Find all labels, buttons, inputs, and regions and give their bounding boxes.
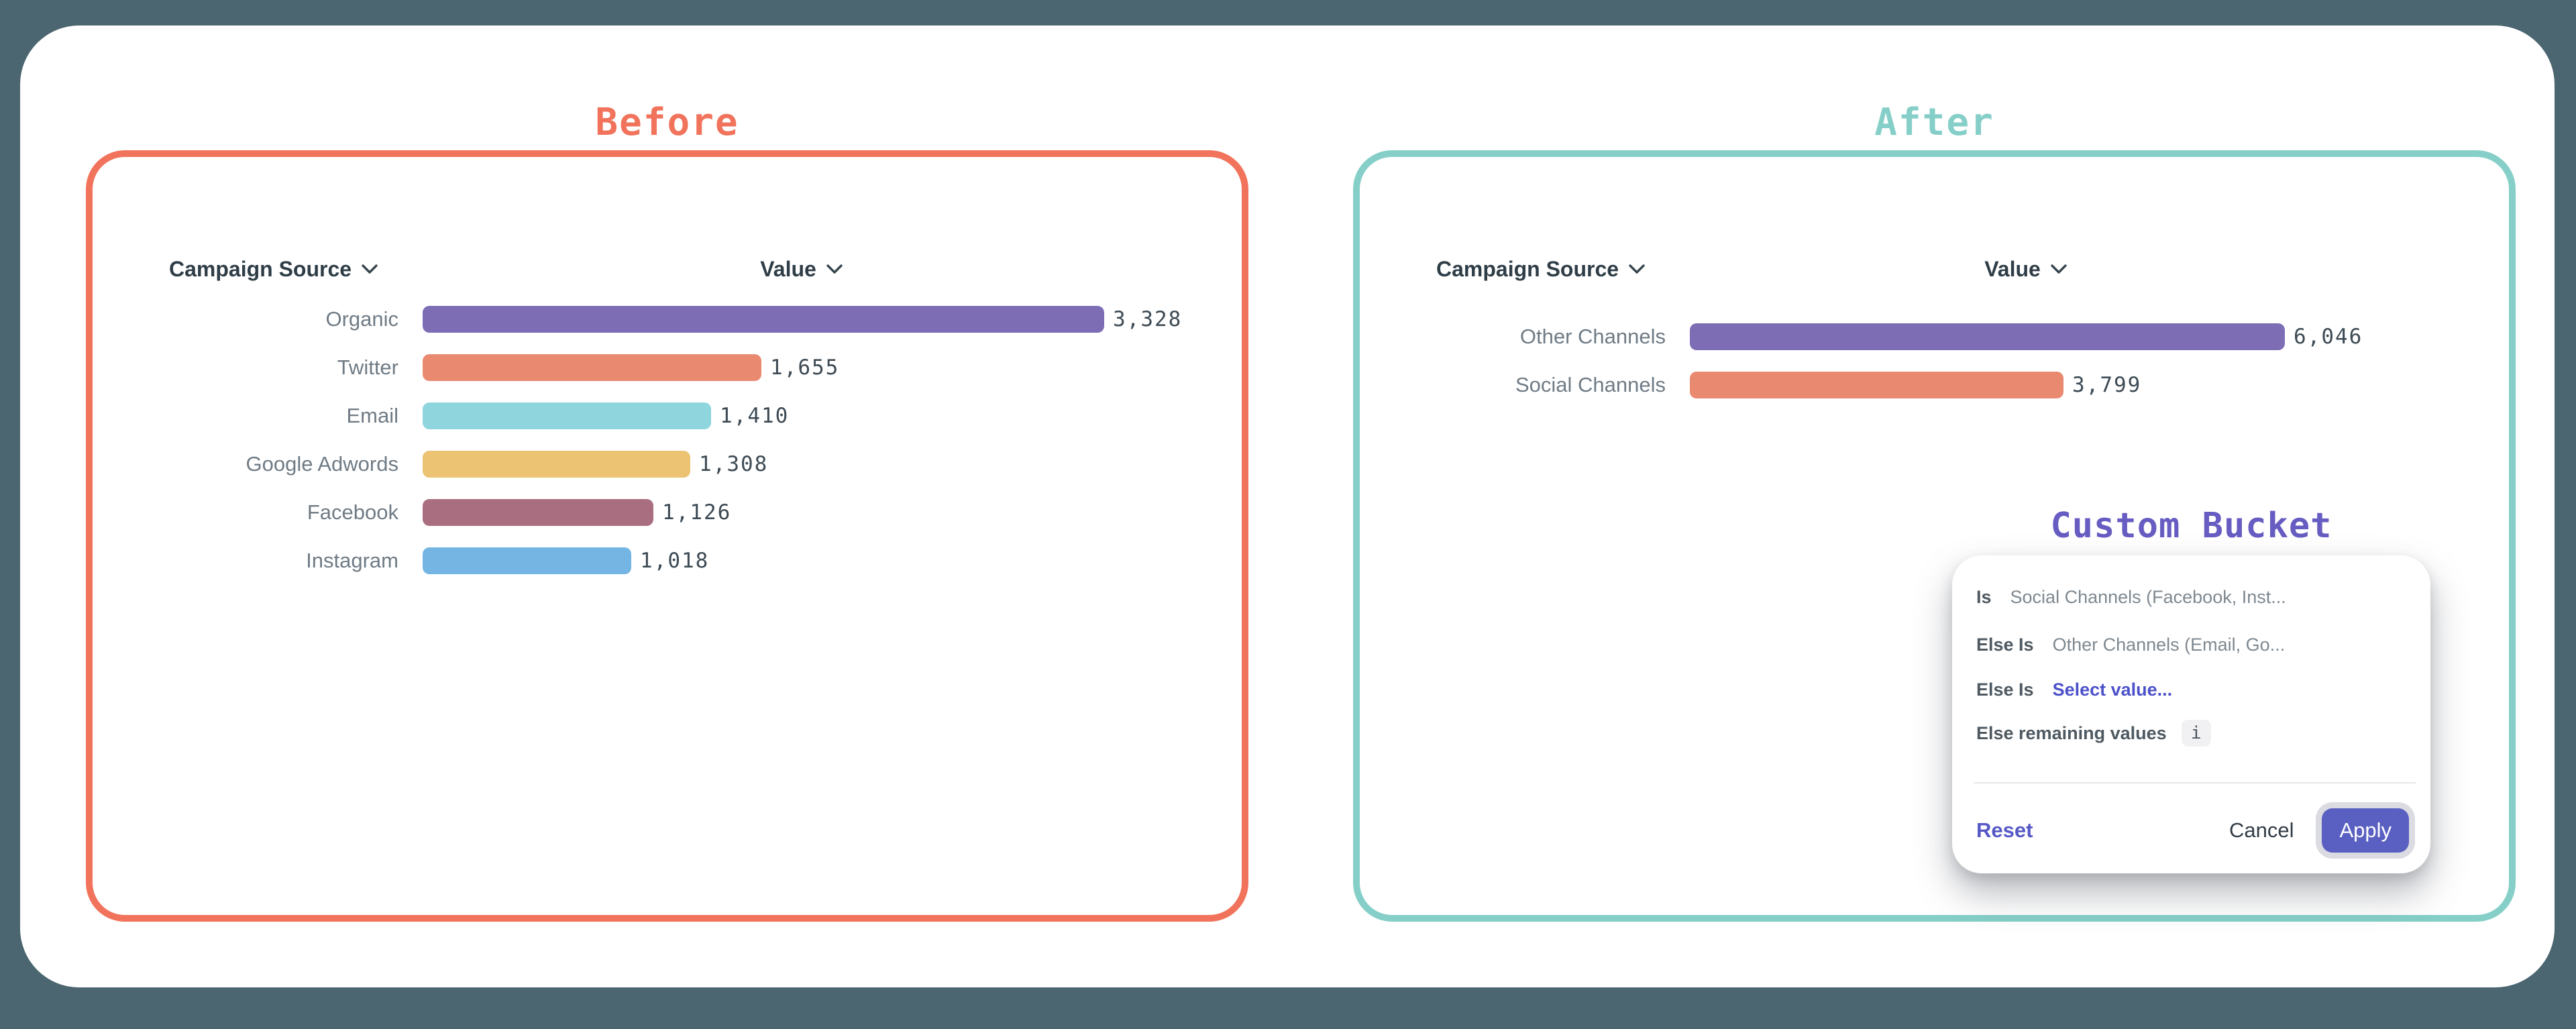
bar[interactable] [423, 354, 761, 381]
row-value: 1,308 [699, 452, 768, 476]
info-icon[interactable]: i [2182, 720, 2211, 747]
before-title: Before [86, 99, 1248, 146]
bar[interactable] [423, 402, 711, 429]
bucket-rule-operator: Else Is [1976, 680, 2034, 700]
bucket-rule-row: Else Is Other Channels (Email, Go... [1976, 631, 2414, 658]
row-value: 3,328 [1113, 307, 1182, 331]
chevron-down-icon [1628, 264, 1646, 275]
bar[interactable] [1690, 323, 2285, 350]
bucket-rule-row: Is Social Channels (Facebook, Inst... [1976, 584, 2414, 610]
table-row: Email 1,410 [169, 402, 1182, 429]
bar[interactable] [1690, 372, 2063, 398]
table-row: Other Channels 6,046 [1436, 323, 2363, 350]
after-measure-header-label: Value [1984, 257, 2041, 282]
page-background: Before Campaign Source Value Organic 3,32… [0, 0, 2576, 1029]
reset-button[interactable]: Reset [1976, 818, 2033, 843]
after-bar-chart: Other Channels 6,046 Social Channels 3,799 [1436, 323, 2363, 398]
row-category-label: Twitter [169, 356, 398, 380]
row-value: 6,046 [2294, 325, 2363, 349]
row-value: 1,126 [662, 500, 731, 525]
after-dimension-header[interactable]: Campaign Source [1436, 252, 1646, 286]
bucket-rule-value[interactable]: Social Channels (Facebook, Inst... [2010, 587, 2286, 608]
select-value-link[interactable]: Select value... [2053, 680, 2173, 700]
bar[interactable] [423, 451, 690, 478]
table-row: Facebook 1,126 [169, 499, 1182, 526]
row-value: 1,655 [770, 356, 839, 380]
after-title: After [1353, 99, 2516, 146]
bucket-rule-row: Else Is Select value... [1976, 676, 2414, 703]
row-category-label: Other Channels [1436, 325, 1666, 349]
before-dimension-header-label: Campaign Source [169, 257, 352, 282]
bucket-rule-operator: Else Is [1976, 635, 2034, 655]
bucket-rule-row: Else remaining values i [1976, 720, 2414, 747]
before-measure-header-label: Value [760, 257, 816, 282]
table-row: Google Adwords 1,308 [169, 451, 1182, 478]
chevron-down-icon [826, 264, 843, 275]
row-category-label: Organic [169, 307, 398, 331]
custom-bucket-popup: Is Social Channels (Facebook, Inst... El… [1952, 555, 2430, 873]
before-measure-header[interactable]: Value [718, 252, 885, 286]
table-row: Instagram 1,018 [169, 547, 1182, 574]
after-dimension-header-label: Campaign Source [1436, 257, 1619, 282]
popup-footer: Reset Cancel Apply [1976, 805, 2409, 856]
row-category-label: Google Adwords [169, 452, 398, 476]
cancel-button[interactable]: Cancel [2229, 818, 2294, 843]
apply-button[interactable]: Apply [2322, 808, 2409, 853]
bar[interactable] [423, 499, 653, 526]
bar[interactable] [423, 306, 1104, 333]
before-bar-chart: Organic 3,328 Twitter 1,655 Email 1,410 Google… [169, 306, 1182, 574]
table-row: Organic 3,328 [169, 306, 1182, 333]
bar[interactable] [423, 547, 631, 574]
row-value: 3,799 [2072, 373, 2141, 397]
row-category-label: Social Channels [1436, 373, 1666, 397]
bucket-rule-operator: Else remaining values [1976, 723, 2167, 744]
chevron-down-icon [361, 264, 378, 275]
table-row: Twitter 1,655 [169, 354, 1182, 381]
row-category-label: Email [169, 404, 398, 428]
popup-divider [1974, 782, 2416, 783]
after-measure-header[interactable]: Value [1942, 252, 2110, 286]
table-row: Social Channels 3,799 [1436, 372, 2363, 398]
row-value: 1,410 [720, 404, 789, 428]
row-category-label: Instagram [169, 549, 398, 573]
main-card: Before Campaign Source Value Organic 3,32… [20, 25, 2555, 987]
bucket-rule-operator: Is [1976, 587, 1992, 608]
custom-bucket-title: Custom Bucket [1952, 506, 2430, 546]
chevron-down-icon [2050, 264, 2068, 275]
bucket-rule-value[interactable]: Other Channels (Email, Go... [2053, 635, 2286, 655]
row-category-label: Facebook [169, 500, 398, 525]
row-value: 1,018 [640, 549, 709, 573]
before-dimension-header[interactable]: Campaign Source [169, 252, 378, 286]
